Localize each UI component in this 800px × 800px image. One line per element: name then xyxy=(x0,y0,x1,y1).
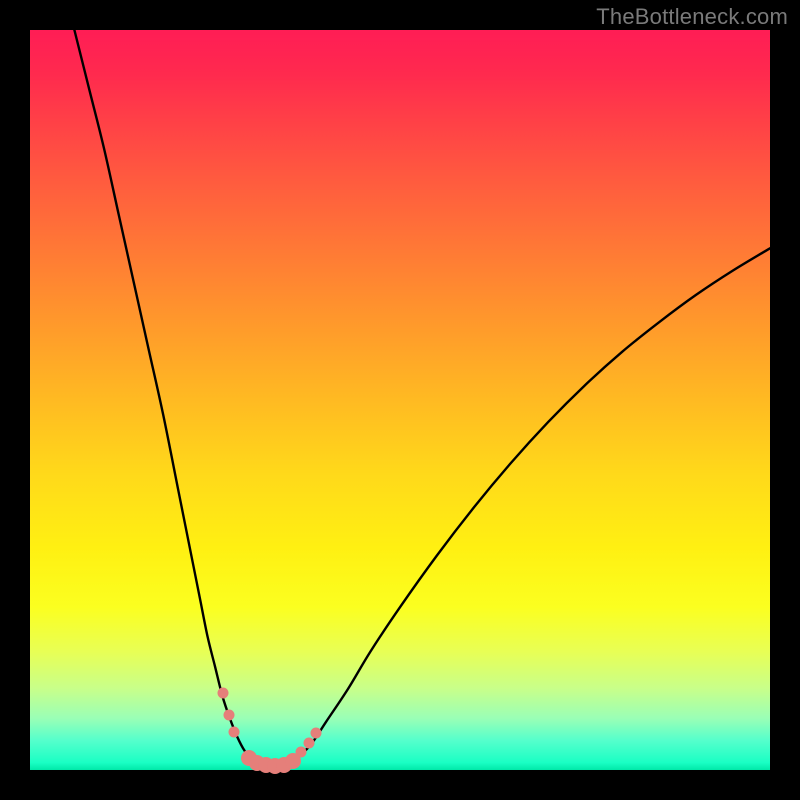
bottleneck-curve xyxy=(30,30,770,770)
watermark-text: TheBottleneck.com xyxy=(596,4,788,30)
plot-area xyxy=(30,30,770,770)
curve-path xyxy=(74,30,770,766)
outer-frame: TheBottleneck.com xyxy=(0,0,800,800)
